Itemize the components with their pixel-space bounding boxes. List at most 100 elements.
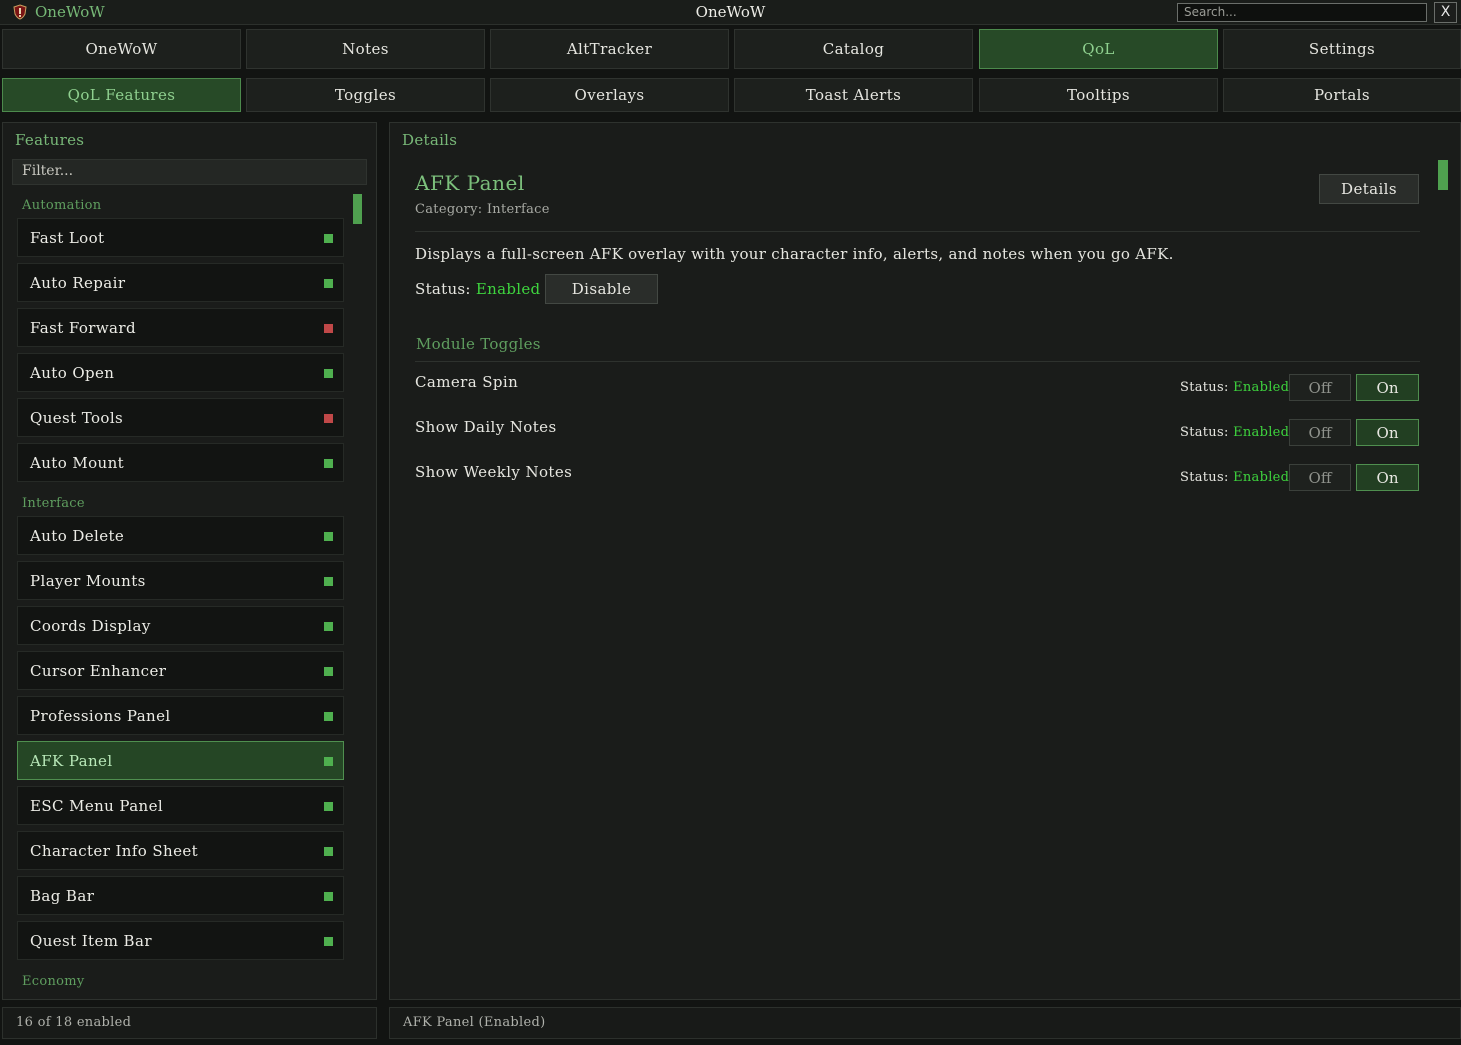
enabled-indicator-icon	[324, 802, 333, 811]
camera-spin-off-button[interactable]: Off	[1289, 374, 1351, 401]
disabled-indicator-icon	[324, 324, 333, 333]
disabled-indicator-icon	[324, 414, 333, 423]
enabled-indicator-icon	[324, 532, 333, 541]
enabled-indicator-icon	[324, 937, 333, 946]
tab-notes[interactable]: Notes	[246, 29, 485, 69]
feature-bag-bar[interactable]: Bag Bar	[17, 876, 344, 915]
feature-label: Fast Loot	[30, 228, 105, 247]
feature-auto-open[interactable]: Auto Open	[17, 353, 344, 392]
toggle-label-show-weekly-notes: Show Weekly Notes	[415, 463, 573, 481]
feature-title: AFK Panel	[415, 171, 525, 195]
feature-status: Status: Enabled	[415, 280, 540, 298]
disable-button[interactable]: Disable	[545, 274, 658, 304]
subtab-portals[interactable]: Portals	[1223, 78, 1461, 112]
enabled-indicator-icon	[324, 712, 333, 721]
details-button[interactable]: Details	[1319, 174, 1419, 204]
divider	[415, 361, 1420, 362]
feature-label: Auto Mount	[30, 453, 125, 472]
feature-label: Cursor Enhancer	[30, 661, 167, 680]
feature-label: Player Mounts	[30, 571, 146, 590]
feature-coords-display[interactable]: Coords Display	[17, 606, 344, 645]
feature-player-mounts[interactable]: Player Mounts	[17, 561, 344, 600]
feature-fast-forward[interactable]: Fast Forward	[17, 308, 344, 347]
details-panel-title: Details	[402, 131, 458, 149]
enabled-indicator-icon	[324, 279, 333, 288]
show-weekly-notes-off-button[interactable]: Off	[1289, 464, 1351, 491]
tab-onewow[interactable]: OneWoW	[2, 29, 241, 69]
filter-input[interactable]: Filter...	[12, 159, 367, 185]
features-footer-status: 16 of 18 enabled	[2, 1007, 377, 1039]
sub-tab-bar: QoL Features Toggles Overlays Toast Aler…	[0, 78, 1461, 112]
subtab-qol-features[interactable]: QoL Features	[2, 78, 241, 112]
app-name: OneWoW	[35, 3, 105, 21]
enabled-indicator-icon	[324, 622, 333, 631]
toggle-status: Status: Enabled	[1180, 380, 1289, 395]
enabled-indicator-icon	[324, 577, 333, 586]
subtab-tooltips[interactable]: Tooltips	[979, 78, 1218, 112]
toggle-status: Status: Enabled	[1180, 425, 1289, 440]
enabled-indicator-icon	[324, 757, 333, 766]
feature-afk-panel[interactable]: AFK Panel	[17, 741, 344, 780]
feature-label: Quest Item Bar	[30, 931, 152, 950]
features-scrollbar-thumb[interactable]	[353, 194, 362, 224]
feature-label: Coords Display	[30, 616, 151, 635]
status-label: Status:	[1180, 425, 1229, 440]
feature-label: Quest Tools	[30, 408, 124, 427]
show-weekly-notes-on-button[interactable]: On	[1356, 464, 1419, 491]
enabled-indicator-icon	[324, 459, 333, 468]
feature-quest-tools[interactable]: Quest Tools	[17, 398, 344, 437]
status-label: Status:	[415, 280, 471, 298]
feature-description: Displays a full-screen AFK overlay with …	[415, 245, 1174, 263]
feature-label: Bag Bar	[30, 886, 95, 905]
toggle-label-camera-spin: Camera Spin	[415, 373, 519, 391]
tab-alttracker[interactable]: AltTracker	[490, 29, 729, 69]
feature-cursor-enhancer[interactable]: Cursor Enhancer	[17, 651, 344, 690]
details-footer-status: AFK Panel (Enabled)	[389, 1007, 1461, 1039]
enabled-indicator-icon	[324, 847, 333, 856]
feature-auto-mount[interactable]: Auto Mount	[17, 443, 344, 482]
details-scrollbar-thumb[interactable]	[1438, 160, 1448, 190]
feature-fast-loot[interactable]: Fast Loot	[17, 218, 344, 257]
tab-qol[interactable]: QoL	[979, 29, 1218, 69]
title-bar: OneWoW OneWoW Search... X	[0, 0, 1461, 25]
category-economy: Economy	[22, 974, 85, 989]
subtab-toast-alerts[interactable]: Toast Alerts	[734, 78, 973, 112]
status-label: Status:	[1180, 470, 1229, 485]
feature-auto-repair[interactable]: Auto Repair	[17, 263, 344, 302]
close-button[interactable]: X	[1434, 2, 1457, 23]
enabled-indicator-icon	[324, 892, 333, 901]
feature-label: ESC Menu Panel	[30, 796, 164, 815]
status-value: Enabled	[475, 280, 541, 298]
main-tab-bar: OneWoW Notes AltTracker Catalog QoL Sett…	[0, 29, 1461, 69]
feature-label: Character Info Sheet	[30, 841, 199, 860]
divider	[415, 231, 1420, 232]
feature-esc-menu-panel[interactable]: ESC Menu Panel	[17, 786, 344, 825]
camera-spin-on-button[interactable]: On	[1356, 374, 1419, 401]
status-value: Enabled	[1233, 425, 1290, 440]
tab-settings[interactable]: Settings	[1223, 29, 1461, 69]
feature-label: Professions Panel	[30, 706, 171, 725]
show-daily-notes-on-button[interactable]: On	[1356, 419, 1419, 446]
status-value: Enabled	[1233, 470, 1290, 485]
subtab-toggles[interactable]: Toggles	[246, 78, 485, 112]
status-value: Enabled	[1233, 380, 1290, 395]
category-automation: Automation	[22, 198, 102, 213]
feature-label: Auto Repair	[30, 273, 126, 292]
tab-catalog[interactable]: Catalog	[734, 29, 973, 69]
show-daily-notes-off-button[interactable]: Off	[1289, 419, 1351, 446]
feature-quest-item-bar[interactable]: Quest Item Bar	[17, 921, 344, 960]
module-toggles-heading: Module Toggles	[416, 335, 541, 353]
feature-label: Fast Forward	[30, 318, 136, 337]
enabled-indicator-icon	[324, 234, 333, 243]
feature-auto-delete[interactable]: Auto Delete	[17, 516, 344, 555]
addon-logo-icon	[12, 4, 28, 20]
search-input[interactable]: Search...	[1177, 3, 1427, 22]
feature-label: Auto Open	[30, 363, 115, 382]
feature-professions-panel[interactable]: Professions Panel	[17, 696, 344, 735]
subtab-overlays[interactable]: Overlays	[490, 78, 729, 112]
enabled-indicator-icon	[324, 369, 333, 378]
features-panel-title: Features	[15, 131, 85, 149]
feature-label: AFK Panel	[30, 751, 113, 770]
status-label: Status:	[1180, 380, 1229, 395]
feature-character-info-sheet[interactable]: Character Info Sheet	[17, 831, 344, 870]
